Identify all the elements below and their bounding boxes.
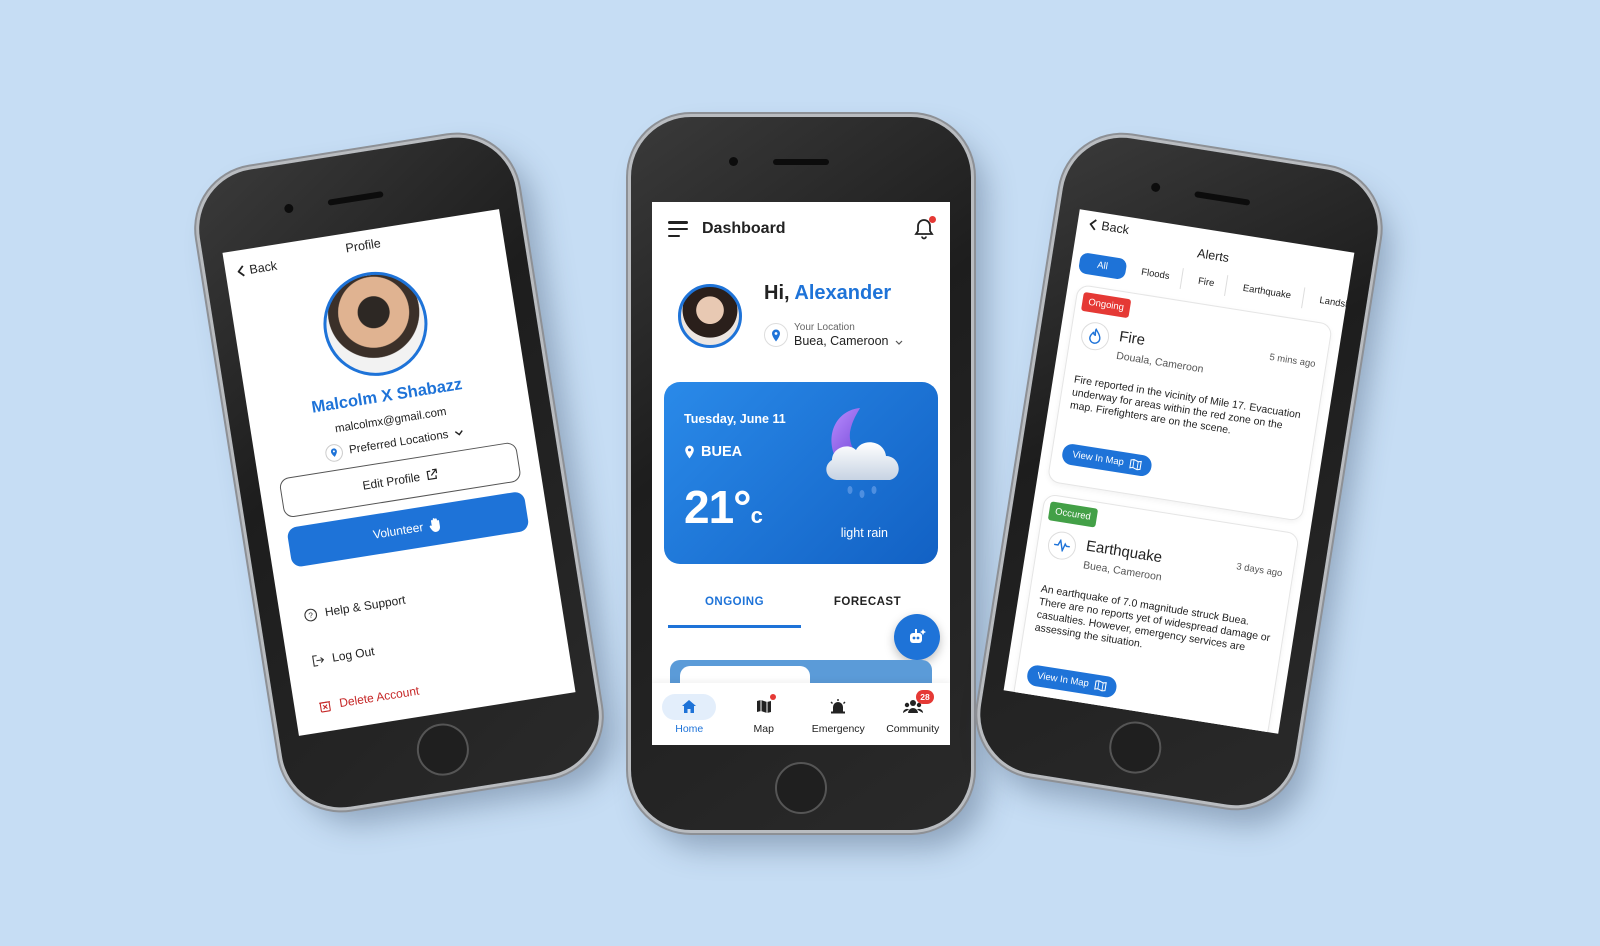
nav-map[interactable]: Map xyxy=(727,683,802,745)
help-support-item[interactable]: ? Help & Support xyxy=(303,593,406,623)
home-hardware-button xyxy=(1105,717,1166,778)
alerts-screen: Back Alerts All Floods Fire Earthquake L… xyxy=(1003,209,1355,734)
notification-dot xyxy=(929,216,936,223)
home-icon xyxy=(682,700,697,713)
profile-phone: Back Profile Malcolm X Shabazz malcolmx@… xyxy=(190,128,608,817)
profile-screen: Back Profile Malcolm X Shabazz malcolmx@… xyxy=(222,209,576,736)
status-badge: Ongoing xyxy=(1080,291,1132,319)
weather-condition: light rain xyxy=(840,526,888,540)
weather-card[interactable]: Tuesday, June 11 BUEA 21°c light rain xyxy=(664,382,938,564)
status-badge: Occured xyxy=(1047,501,1099,528)
location-selector[interactable]: Your Location Buea, Cameroon xyxy=(764,322,903,348)
robot-icon xyxy=(910,629,926,643)
notification-dot xyxy=(769,693,776,700)
app-header: Dashboard xyxy=(652,202,950,256)
alert-title: Fire xyxy=(1118,328,1147,349)
bottom-navigation: Home Map Emergency 28 Community xyxy=(652,683,950,745)
chip-fire[interactable]: Fire xyxy=(1184,268,1229,297)
alert-card[interactable]: Ongoing 5 mins ago Fire Douala, Cameroon… xyxy=(1046,283,1333,522)
location-pin-icon xyxy=(685,445,694,459)
nav-emergency[interactable]: Emergency xyxy=(801,683,876,745)
alert-card[interactable]: Occured 3 days ago Earthquake Buea, Came… xyxy=(1012,493,1300,734)
community-badge: 28 xyxy=(916,689,934,704)
hand-icon xyxy=(430,518,441,532)
profile-menu: ? Help & Support Log Out Delete Account xyxy=(303,593,426,736)
weather-city: BUEA xyxy=(684,444,742,460)
home-hardware-button xyxy=(413,719,473,780)
weather-date: Tuesday, June 11 xyxy=(684,412,786,426)
delete-icon xyxy=(318,700,331,712)
siren-icon xyxy=(830,699,846,714)
chevron-down-icon xyxy=(454,430,463,436)
notification-button[interactable] xyxy=(914,216,936,240)
greeting: Hi, Alexander xyxy=(764,282,892,304)
alert-description: An earthquake of 7.0 magnitude struck Bu… xyxy=(1033,582,1272,654)
delete-account-item[interactable]: Delete Account xyxy=(318,684,421,714)
help-icon: ? xyxy=(304,608,317,621)
rain-cloud-icon xyxy=(826,408,899,498)
alert-time: 5 mins ago xyxy=(1268,351,1317,370)
dashboard-phone: Dashboard Hi, Alexander Your Location Bu… xyxy=(631,117,971,830)
tab-ongoing[interactable]: ONGOING xyxy=(668,588,801,628)
nav-home[interactable]: Home xyxy=(652,683,727,745)
page-title: Profile xyxy=(344,236,382,256)
alert-description: Fire reported in the vicinity of Mile 17… xyxy=(1069,373,1302,437)
nav-community[interactable]: 28 Community xyxy=(876,683,951,745)
alert-time: 3 days ago xyxy=(1235,561,1284,580)
chip-floods[interactable]: Floods xyxy=(1127,259,1184,290)
dashboard-screen: Dashboard Hi, Alexander Your Location Bu… xyxy=(652,202,950,745)
view-in-map-button[interactable]: View In Map xyxy=(1025,663,1119,699)
location-pin-icon xyxy=(325,444,344,462)
svg-text:?: ? xyxy=(308,610,314,620)
page-title: Dashboard xyxy=(702,220,786,237)
view-in-map-button[interactable]: View In Map xyxy=(1060,442,1154,478)
chip-landslide[interactable]: Landslid xyxy=(1306,288,1355,318)
home-hardware-button xyxy=(775,762,827,814)
avatar[interactable] xyxy=(315,264,435,384)
map-icon xyxy=(756,700,771,713)
external-link-icon xyxy=(426,468,438,481)
hamburger-menu-icon[interactable] xyxy=(668,221,688,237)
chip-earthquake[interactable]: Earthquake xyxy=(1229,275,1306,309)
chip-all[interactable]: All xyxy=(1077,251,1128,281)
logout-icon xyxy=(311,654,325,667)
map-icon xyxy=(1094,680,1107,692)
dashboard-tabs: ONGOING FORECAST xyxy=(668,588,934,628)
logout-item[interactable]: Log Out xyxy=(310,638,413,668)
avatar[interactable] xyxy=(678,284,742,348)
user-name: Alexander xyxy=(794,282,892,304)
alerts-phone: Back Alerts All Floods Fire Earthquake L… xyxy=(971,129,1387,814)
earthquake-icon xyxy=(1053,538,1070,553)
temperature: 21°c xyxy=(684,481,763,533)
location-pin-icon xyxy=(772,329,780,341)
map-preview[interactable] xyxy=(670,660,932,684)
location-label: Your Location xyxy=(794,322,855,333)
assistant-fab-button[interactable] xyxy=(894,614,940,660)
chevron-down-icon xyxy=(895,340,903,345)
map-icon xyxy=(1129,459,1142,471)
fire-icon xyxy=(1089,327,1101,344)
user-summary: Hi, Alexander Your Location Buea, Camero… xyxy=(678,280,940,360)
location-value: Buea, Cameroon xyxy=(794,334,889,348)
alert-location: Douala, Cameroon xyxy=(1115,349,1205,376)
